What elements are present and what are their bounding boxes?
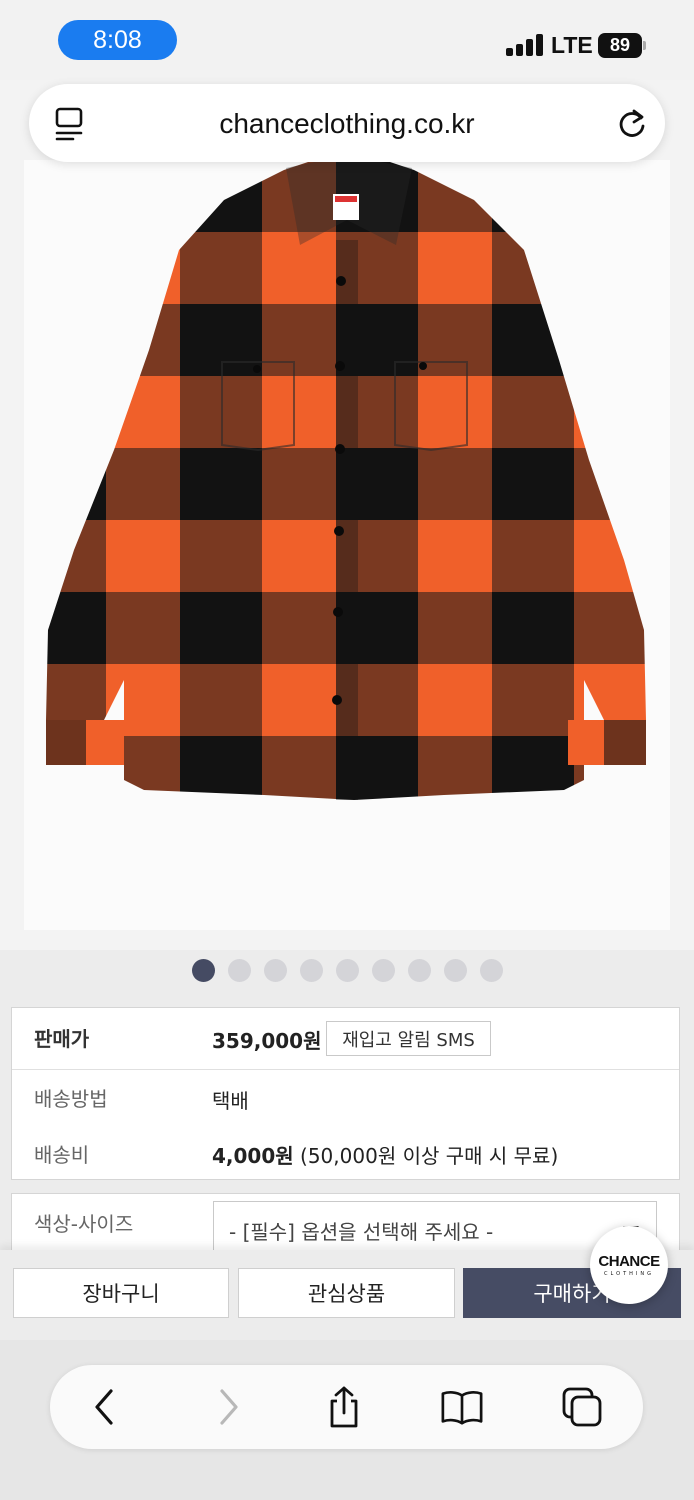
brand-badge-sub: CLOTHING xyxy=(604,1271,654,1277)
status-time: 8:08 xyxy=(58,20,177,60)
url-text[interactable]: chanceclothing.co.kr xyxy=(29,108,665,140)
plaid-shirt-image xyxy=(24,160,670,930)
pagination-dot-5[interactable] xyxy=(335,959,359,982)
brand-badge-main: CHANCE xyxy=(598,1253,660,1270)
browser-toolbar-area xyxy=(0,1340,694,1500)
signal-icon xyxy=(506,34,544,56)
gallery-pagination[interactable] xyxy=(0,959,694,983)
shipping-method-label: 배송방법 xyxy=(34,1087,108,1111)
share-icon[interactable] xyxy=(322,1385,366,1429)
battery-cap xyxy=(643,41,646,50)
pagination-dot-1[interactable] xyxy=(191,959,215,982)
option-label: 색상-사이즈 xyxy=(34,1212,134,1236)
reload-icon[interactable] xyxy=(612,104,652,144)
battery-icon: 89 xyxy=(598,33,642,58)
pagination-dot-9[interactable] xyxy=(479,959,503,982)
info-divider xyxy=(12,1069,679,1070)
shipping-method-value: 택배 xyxy=(212,1089,249,1113)
restock-sms-button[interactable]: 재입고 알림 SMS xyxy=(326,1021,491,1056)
option-select[interactable]: - [필수] 옵션을 선택해 주세요 - xyxy=(213,1201,657,1257)
product-photo[interactable] xyxy=(24,160,670,930)
tabs-icon[interactable] xyxy=(560,1385,604,1429)
bookmarks-icon[interactable] xyxy=(440,1385,484,1429)
status-bar: 8:08 LTE 89 xyxy=(0,0,694,80)
brand-badge[interactable]: CHANCE CLOTHING xyxy=(590,1226,668,1304)
pagination-dot-4[interactable] xyxy=(299,959,323,982)
forward-icon[interactable] xyxy=(207,1385,251,1429)
cart-button[interactable]: 장바구니 xyxy=(13,1268,229,1318)
shipping-fee: 4,000원 (50,000원 이상 구매 시 무료) xyxy=(212,1140,558,1169)
price-value: 359,000원 xyxy=(212,1029,322,1053)
pagination-dot-8[interactable] xyxy=(443,959,467,982)
shipping-fee-note: (50,000원 이상 구매 시 무료) xyxy=(300,1144,559,1168)
pagination-dot-6[interactable] xyxy=(371,959,395,982)
network-label: LTE xyxy=(551,32,593,58)
product-info: 판매가 359,000원 재입고 알림 SMS 배송방법 택배 배송비 4,00… xyxy=(11,1007,680,1180)
pagination-dot-2[interactable] xyxy=(227,959,251,982)
price-label: 판매가 xyxy=(34,1027,90,1051)
address-bar[interactable]: chanceclothing.co.kr xyxy=(29,84,665,162)
shipping-fee-value: 4,000원 xyxy=(212,1144,294,1168)
browser-toolbar xyxy=(50,1365,643,1449)
shipping-fee-label: 배송비 xyxy=(34,1143,90,1167)
pagination-dot-7[interactable] xyxy=(407,959,431,982)
product-gallery[interactable] xyxy=(0,80,694,950)
option-placeholder: - [필수] 옵션을 선택해 주세요 - xyxy=(229,1220,494,1244)
wishlist-button[interactable]: 관심상품 xyxy=(238,1268,455,1318)
pagination-dot-3[interactable] xyxy=(263,959,287,982)
back-icon[interactable] xyxy=(82,1385,126,1429)
